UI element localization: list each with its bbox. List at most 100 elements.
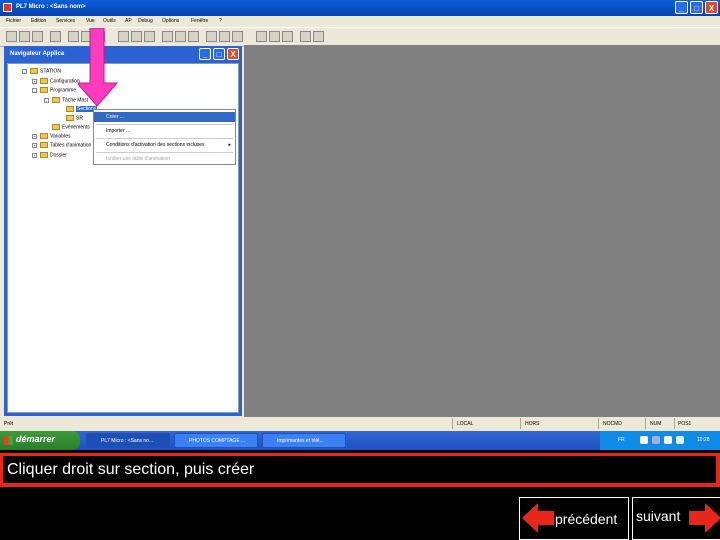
transfer-icon[interactable] <box>162 31 173 42</box>
status-divider <box>674 418 675 429</box>
tree-item-label: Variables <box>50 133 71 140</box>
task-photos-comptage[interactable]: PHOTOS COMPTAGE ... <box>174 433 258 448</box>
window-cascade-icon[interactable] <box>282 31 293 42</box>
menu-item-inhiber: Inhiber une table d'animation <box>106 156 171 162</box>
tree-item-evenements[interactable]: Evénements <box>52 124 90 130</box>
menu-outils[interactable]: Outils <box>103 18 116 24</box>
menu-divider <box>96 124 233 125</box>
table-icon[interactable] <box>144 31 155 42</box>
menu-services[interactable]: Services <box>56 18 75 24</box>
menu-item-importer[interactable]: Importer ... <box>94 126 235 136</box>
volume-icon[interactable] <box>664 436 672 444</box>
caption-text: Cliquer droit sur section, puis créer <box>7 461 255 478</box>
grid-icon[interactable] <box>131 31 142 42</box>
status-local: LOCAL <box>457 421 474 427</box>
minimize-button[interactable]: _ <box>675 1 688 14</box>
menu-divider <box>96 152 233 153</box>
status-divider <box>645 418 646 429</box>
next-label[interactable]: suivant <box>636 508 680 524</box>
menu-bar: Fichier Edition Services Vue Outils AP D… <box>0 16 720 27</box>
caption-inner: Cliquer droit sur section, puis créer <box>3 456 716 483</box>
context-menu: Créer ... Importer ... Conditions d'acti… <box>93 109 236 165</box>
collapse-icon[interactable]: - <box>32 87 37 93</box>
tree-item-tables-animation[interactable]: + Tables d'animation <box>32 142 91 148</box>
folder-icon <box>40 133 48 139</box>
window-tile-icon[interactable] <box>269 31 280 42</box>
tree-item-dossier[interactable]: + Dossier <box>32 152 67 158</box>
tree-item-label: SR <box>76 115 83 122</box>
system-tray: FR 10:28 <box>600 431 720 450</box>
network-icon[interactable] <box>652 436 660 444</box>
close-button[interactable]: X <box>705 1 718 14</box>
navigator-icon[interactable] <box>256 31 267 42</box>
tree-item-station[interactable]: - STATION <box>22 68 61 74</box>
maximize-button[interactable]: □ <box>690 1 703 14</box>
tree-item-sr[interactable]: SR <box>66 115 83 121</box>
tree-item-configuration[interactable]: + Configuration <box>32 78 80 84</box>
caption-box: Cliquer droit sur section, puis créer <box>0 453 720 487</box>
menu-fenetre[interactable]: Fenêtre <box>191 18 208 24</box>
task-imprimantes[interactable]: Imprimantes et télé... <box>262 433 346 448</box>
context-help-icon[interactable] <box>313 31 324 42</box>
menu-item-conditions[interactable]: Conditions d'activation des sections inc… <box>94 140 235 150</box>
tree-item-programme[interactable]: - Programme <box>32 87 76 93</box>
menu-divider <box>96 138 233 139</box>
menu-options[interactable]: Options <box>162 18 179 24</box>
navigator-close-button[interactable]: X <box>227 48 239 60</box>
menu-fichier[interactable]: Fichier <box>6 18 21 24</box>
pointer-arrow-icon <box>78 28 118 107</box>
print-icon[interactable] <box>50 31 61 42</box>
task-pl7-micro[interactable]: PL7 Micro : <Sans no... <box>86 433 170 448</box>
collapse-icon[interactable]: - <box>44 97 49 103</box>
status-nocmd: NOCMD <box>603 421 622 427</box>
status-pos: POS1 <box>678 421 692 427</box>
navigator-title-bar[interactable]: Navigateur Applica _ □ X <box>4 46 242 62</box>
folder-icon <box>40 78 48 84</box>
debug-icon[interactable] <box>219 31 230 42</box>
expand-icon[interactable]: + <box>32 142 37 148</box>
workspace-area <box>244 45 720 417</box>
menu-vue[interactable]: Vue <box>86 18 95 24</box>
menu-edition[interactable]: Edition <box>31 18 46 24</box>
help-icon[interactable] <box>300 31 311 42</box>
previous-label[interactable]: précédent <box>555 511 617 527</box>
folder-icon <box>40 142 48 148</box>
start-button[interactable]: démarrer <box>0 431 80 450</box>
title-bar[interactable]: PL7 Micro : <Sans nom> _ □ X <box>0 0 720 16</box>
step-icon[interactable] <box>232 31 243 42</box>
run-icon[interactable] <box>206 31 217 42</box>
connect-icon[interactable] <box>175 31 186 42</box>
open-icon[interactable] <box>19 31 30 42</box>
folder-icon <box>66 106 74 112</box>
tree-item-label: Tables d'animation <box>50 142 92 149</box>
menu-item-creer[interactable]: Créer ... <box>94 112 235 122</box>
start-label: démarrer <box>16 434 56 444</box>
tree-item-variables[interactable]: + Variables <box>32 133 70 139</box>
expand-icon[interactable]: + <box>32 133 37 139</box>
menu-ap[interactable]: AP <box>125 18 132 24</box>
menu-help[interactable]: ? <box>219 18 222 24</box>
status-bar: Prêt LOCAL HORS NOCMD NUM POS1 <box>0 417 720 430</box>
tray-icon[interactable] <box>640 436 648 444</box>
expand-icon[interactable]: + <box>32 152 37 158</box>
tree-item-label: Programme <box>50 87 77 94</box>
left-arrow-icon <box>522 503 554 533</box>
menu-item-label: Conditions d'activation des sections inc… <box>106 142 205 148</box>
language-indicator[interactable]: FR <box>618 437 625 443</box>
tree-item-label: Configuration <box>50 78 80 85</box>
status-num: NUM <box>650 421 662 427</box>
tray-icon[interactable] <box>676 436 684 444</box>
new-icon[interactable] <box>6 31 17 42</box>
stop-icon[interactable] <box>188 31 199 42</box>
binoculars-icon[interactable] <box>118 31 129 42</box>
status-divider <box>452 418 453 429</box>
expand-icon[interactable]: + <box>32 78 37 84</box>
navigator-minimize-button[interactable]: _ <box>199 48 211 60</box>
menu-debug[interactable]: Debug <box>138 18 153 24</box>
status-divider <box>598 418 599 429</box>
collapse-icon[interactable]: - <box>22 68 27 74</box>
app-icon <box>3 3 12 12</box>
navigator-maximize-button[interactable]: □ <box>213 48 225 60</box>
folder-icon <box>30 68 38 74</box>
save-icon[interactable] <box>32 31 43 42</box>
